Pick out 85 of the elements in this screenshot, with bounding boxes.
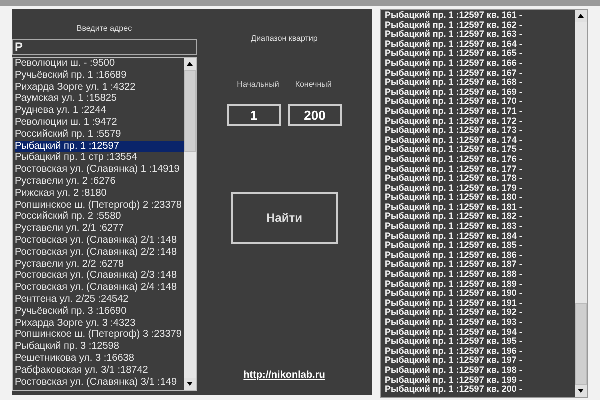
address-item[interactable]: Ручьёвский пр. 1 :16689	[15, 70, 184, 82]
result-item: Рыбацкий пр. 1 :12597 кв. 194 -	[385, 328, 524, 337]
address-item[interactable]: Ропшинское ш. (Петергоф) 2 :23378	[15, 200, 184, 212]
result-item: Рыбацкий пр. 1 :12597 кв. 182 -	[385, 212, 524, 222]
result-item: Рыбацкий пр. 1 :12597 кв. 199 -	[385, 376, 524, 385]
address-item[interactable]: Руставели ул. 2/1 :6277	[15, 223, 184, 235]
result-item: Рыбацкий пр. 1 :12597 кв. 172 -	[385, 116, 524, 126]
result-item: Рыбацкий пр. 1 :12597 кв. 196 -	[385, 346, 524, 356]
scroll-up-icon[interactable]	[184, 58, 196, 70]
result-item: Рыбацкий пр. 1 :12597 кв. 186 -	[385, 250, 524, 260]
scroll-down-icon[interactable]	[575, 385, 587, 397]
result-item: Рыбацкий пр. 1 :12597 кв. 167 -	[385, 68, 524, 78]
scroll-thumb[interactable]	[184, 70, 196, 152]
scroll-thumb[interactable]	[575, 303, 587, 385]
result-item: Рыбацкий пр. 1 :12597 кв. 198 -	[385, 366, 524, 376]
result-item: Рыбацкий пр. 1 :12597 кв. 184 -	[385, 232, 524, 241]
result-item: Рыбацкий пр. 1 :12597 кв. 195 -	[385, 337, 524, 347]
result-item: Рыбацкий пр. 1 :12597 кв. 174 -	[385, 136, 524, 145]
end-field[interactable]: 200	[288, 104, 342, 126]
result-item: Рыбацкий пр. 1 :12597 кв. 161 -	[385, 11, 524, 21]
address-item[interactable]: Ростовская ул. (Славянка) 3/1 :149	[15, 376, 184, 388]
result-item: Рыбацкий пр. 1 :12597 кв. 177 -	[385, 164, 524, 174]
result-item: Рыбацкий пр. 1 :12597 кв. 170 -	[385, 97, 524, 107]
result-item: Рыбацкий пр. 1 :12597 кв. 163 -	[385, 30, 524, 40]
address-item[interactable]: Ростовская ул. (Славянка) 1 :14919	[15, 164, 184, 176]
result-item: Рыбацкий пр. 1 :12597 кв. 176 -	[385, 154, 524, 164]
address-label: Введите адрес	[76, 24, 132, 33]
result-item: Рыбацкий пр. 1 :12597 кв. 189 -	[385, 280, 524, 289]
result-item: Рыбацкий пр. 1 :12597 кв. 162 -	[385, 20, 524, 30]
address-item[interactable]: Ростовская ул. (Славянка) 2/2 :148	[15, 246, 184, 259]
address-item[interactable]: Революции ш. 1 :9472	[15, 116, 184, 129]
range-title: Диапазон квартир	[251, 34, 318, 43]
address-item[interactable]: Рихарда Зорге ул. 3 :4323	[15, 318, 184, 330]
result-item: Рыбацкий пр. 1 :12597 кв. 192 -	[385, 308, 524, 318]
result-item: Рыбацкий пр. 1 :12597 кв. 200 -	[385, 385, 524, 395]
address-item[interactable]: Рижская ул. 2 :8180	[15, 188, 184, 200]
result-item: Рыбацкий пр. 1 :12597 кв. 166 -	[385, 58, 524, 69]
address-item[interactable]: Руставели ул. 2/2 :6278	[15, 258, 184, 270]
result-item: Рыбацкий пр. 1 :12597 кв. 180 -	[385, 193, 524, 203]
address-item[interactable]: Ростовская ул. (Славянка) 2/1 :148	[15, 234, 184, 247]
address-item[interactable]: Рыбацкий пр. 3 :12598	[15, 341, 184, 353]
result-item: Рыбацкий пр. 1 :12597 кв. 188 -	[385, 270, 524, 280]
address-item[interactable]: Рихарда Зорге ул. 1 :4322	[15, 82, 184, 94]
result-item: Рыбацкий пр. 1 :12597 кв. 185 -	[385, 241, 524, 251]
result-item: Рыбацкий пр. 1 :12597 кв. 165 -	[385, 49, 524, 59]
address-item[interactable]: Раумская ул. 1 :15825	[15, 93, 184, 106]
address-item[interactable]: Российский пр. 1 :5579	[15, 128, 184, 141]
scroll-down-icon[interactable]	[184, 378, 196, 390]
address-item[interactable]: Ропшинское ш. (Петергоф) 3 :23379	[15, 329, 184, 342]
scrollbar[interactable]	[184, 58, 196, 390]
result-item: Рыбацкий пр. 1 :12597 кв. 178 -	[385, 174, 524, 184]
address-item[interactable]: Рыбацкий пр. 1 стр :13554	[15, 152, 184, 164]
result-item: Рыбацкий пр. 1 :12597 кв. 169 -	[385, 88, 524, 97]
address-item[interactable]: Руставели ул. 2 :6276	[15, 176, 184, 188]
address-item[interactable]: Революции ш. - :9500	[15, 58, 184, 70]
result-item: Рыбацкий пр. 1 :12597 кв. 171 -	[385, 106, 524, 117]
address-item[interactable]: Ростовская ул. (Славянка) 2/3 :148	[15, 270, 184, 282]
result-item: Рыбацкий пр. 1 :12597 кв. 183 -	[385, 222, 524, 232]
result-item: Рыбацкий пр. 1 :12597 кв. 179 -	[385, 184, 524, 193]
address-item[interactable]: Российский пр. 2 :5580	[15, 211, 184, 224]
scroll-up-icon[interactable]	[575, 10, 587, 22]
address-item[interactable]: Ручьёвский пр. 3 :16690	[15, 306, 184, 318]
find-button[interactable]: Найти	[231, 192, 338, 244]
result-item: Рыбацкий пр. 1 :12597 кв. 191 -	[385, 298, 524, 308]
result-item: Рыбацкий пр. 1 :12597 кв. 193 -	[385, 318, 524, 328]
address-item[interactable]: Решетникова ул. 3 :16638	[15, 352, 184, 365]
result-item: Рыбацкий пр. 1 :12597 кв. 173 -	[385, 126, 524, 136]
start-label: Начальный	[237, 80, 280, 89]
address-item[interactable]: Рабфаковская ул. 3/1 :18742	[15, 364, 184, 377]
address-item[interactable]: Ростовская ул. (Славянка) 2/4 :148	[15, 282, 184, 294]
result-item: Рыбацкий пр. 1 :12597 кв. 168 -	[385, 78, 524, 88]
address-item[interactable]: Рыбацкий пр. 1 :12597	[15, 140, 184, 152]
result-item: Рыбацкий пр. 1 :12597 кв. 187 -	[385, 260, 524, 270]
start-field[interactable]: 1	[227, 104, 281, 126]
address-field[interactable]: Р	[12, 39, 197, 55]
result-item: Рыбацкий пр. 1 :12597 кв. 197 -	[385, 356, 524, 366]
result-item: Рыбацкий пр. 1 :12597 кв. 190 -	[385, 289, 524, 299]
end-label: Конечный	[295, 80, 332, 89]
address-item[interactable]: Рентгена ул. 2/25 :24542	[15, 294, 184, 306]
result-item: Рыбацкий пр. 1 :12597 кв. 181 -	[385, 202, 524, 212]
result-item: Рыбацкий пр. 1 :12597 кв. 175 -	[385, 145, 524, 155]
result-item: Рыбацкий пр. 1 :12597 кв. 164 -	[385, 40, 524, 49]
scrollbar[interactable]	[575, 10, 587, 397]
website-link[interactable]: http://nikonlab.ru	[244, 370, 326, 381]
address-item[interactable]: Руднева ул. 1 :2244	[15, 105, 184, 117]
